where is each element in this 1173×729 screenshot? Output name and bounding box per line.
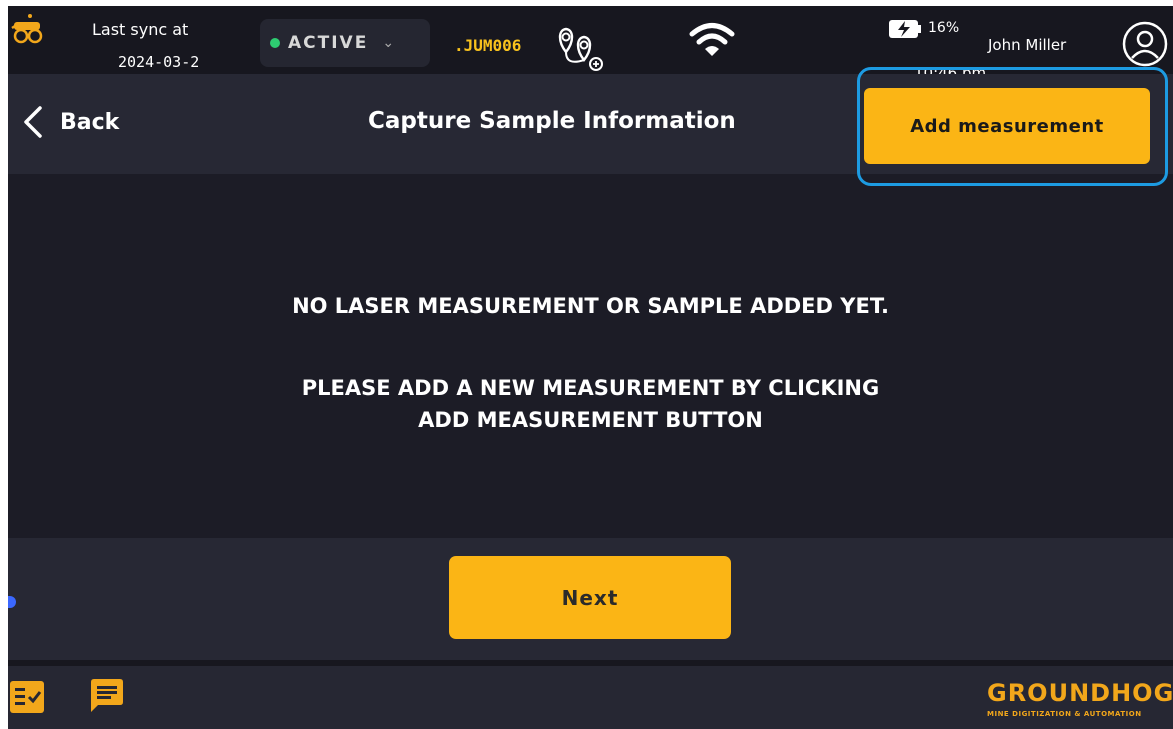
back-button[interactable]: Back: [20, 102, 119, 142]
main-content: [8, 174, 1173, 538]
wifi-icon: [689, 23, 735, 56]
battery-percent: 16%: [928, 20, 960, 36]
status-dot: [270, 38, 280, 48]
instruction-line-2: ADD MEASUREMENT BUTTON: [418, 408, 763, 432]
status-label: ACTIVE: [288, 33, 369, 53]
location-pin-icon[interactable]: [554, 26, 606, 72]
chevron-down-icon: ⌄: [382, 35, 395, 51]
brand-tagline: MINE DIGITIZATION & AUTOMATION: [987, 710, 1142, 718]
empty-state-instruction: PLEASE ADD A NEW MEASUREMENT BY CLICKING…: [8, 372, 1173, 436]
user-avatar-icon[interactable]: [1121, 20, 1169, 68]
add-measurement-button[interactable]: Add measurement: [864, 88, 1150, 164]
status-dropdown[interactable]: ACTIVE ⌄: [260, 19, 430, 67]
last-sync-label: Last sync at: [92, 20, 189, 39]
instruction-line-1: PLEASE ADD A NEW MEASUREMENT BY CLICKING: [301, 376, 880, 400]
app-screen: Last sync at 2024-03-2 ACTIVE ⌄ .JUM006 …: [8, 6, 1173, 729]
checklist-icon[interactable]: [10, 681, 44, 713]
next-button[interactable]: Next: [449, 556, 731, 639]
page-title: Capture Sample Information: [368, 108, 736, 134]
brand-name: GROUNDHOG: [987, 679, 1173, 707]
empty-state-message: NO LASER MEASUREMENT OR SAMPLE ADDED YET…: [292, 294, 889, 318]
last-sync-date: 2024-03-2: [118, 53, 200, 71]
device-id: .JUM006: [454, 36, 522, 55]
app-logo-icon: [11, 14, 43, 44]
clock: 10:46 pm: [914, 64, 987, 74]
back-chevron-icon: [24, 106, 42, 138]
battery-charging-icon: [889, 20, 921, 38]
user-name: John Miller: [988, 36, 1067, 54]
back-label: Back: [60, 109, 120, 135]
chat-icon[interactable]: [88, 678, 126, 714]
